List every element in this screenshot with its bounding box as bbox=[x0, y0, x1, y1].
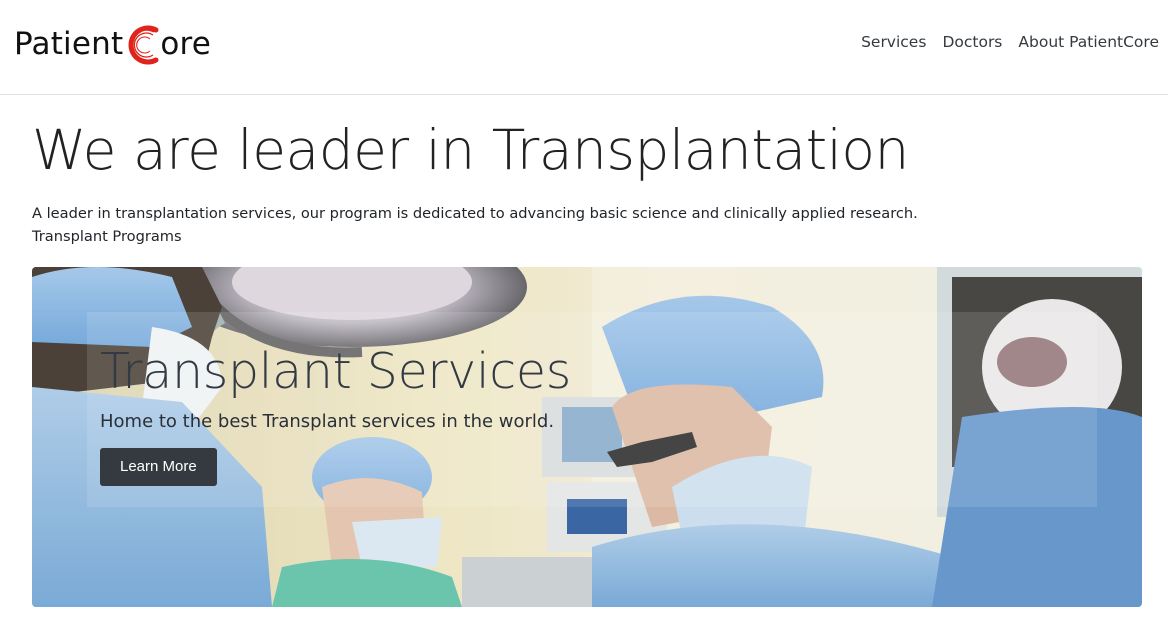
banner-content: Transplant Services Home to the best Tra… bbox=[100, 341, 571, 486]
brand-logo[interactable]: Patient ore bbox=[14, 18, 211, 70]
brand-name-part1: Patient bbox=[14, 26, 124, 62]
hero-lead: A leader in transplantation services, ou… bbox=[32, 202, 932, 248]
navbar: Patient ore Services Doctors About Patie… bbox=[0, 0, 1168, 95]
learn-more-button[interactable]: Learn More bbox=[100, 448, 217, 486]
nav-link-doctors[interactable]: Doctors bbox=[942, 33, 1002, 51]
patientcore-c-logo-icon bbox=[122, 18, 162, 70]
main-nav: Services Doctors About PatientCore bbox=[861, 33, 1159, 51]
nav-link-services[interactable]: Services bbox=[861, 33, 926, 51]
banner-subtitle: Home to the best Transplant services in … bbox=[100, 411, 555, 432]
hero-lead-text: A leader in transplantation services, ou… bbox=[32, 205, 918, 222]
page-title: We are leader in Transplantation bbox=[32, 118, 909, 182]
nav-link-about[interactable]: About PatientCore bbox=[1018, 33, 1159, 51]
brand-name-part2: ore bbox=[160, 26, 212, 62]
transplant-programs-label: Transplant Programs bbox=[32, 228, 182, 245]
hero-banner: Transplant Services Home to the best Tra… bbox=[32, 267, 1142, 607]
banner-title: Transplant Services bbox=[100, 343, 571, 400]
